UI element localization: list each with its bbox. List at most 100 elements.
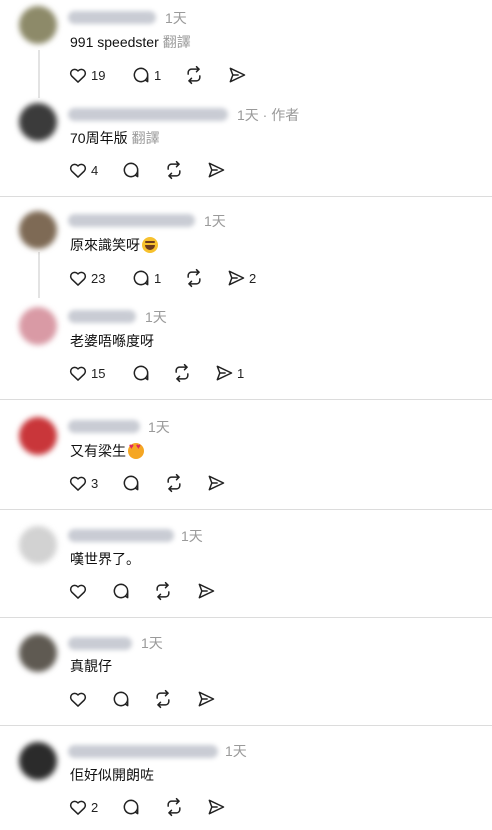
- like-button[interactable]: 19: [68, 65, 105, 85]
- heart-icon: [68, 268, 88, 288]
- comment-item: 1天 嘆世界了。: [0, 510, 492, 617]
- repost-button[interactable]: [164, 160, 187, 180]
- share-button[interactable]: [206, 473, 229, 493]
- reply-button[interactable]: [111, 581, 134, 601]
- username-blurred[interactable]: [68, 11, 156, 24]
- like-count: 4: [91, 162, 99, 178]
- like-count: 15: [91, 365, 106, 381]
- avatar[interactable]: [19, 6, 57, 44]
- heart-icon: [68, 363, 88, 383]
- repost-button[interactable]: [184, 65, 207, 85]
- comment-item: 1天 991 speedster 翻譯 19 1: [0, 0, 492, 96]
- avatar[interactable]: [19, 526, 57, 564]
- like-button[interactable]: 15: [68, 363, 105, 383]
- comment-body: 嘆世界了。: [70, 551, 140, 567]
- share-button[interactable]: [227, 65, 250, 85]
- share-button[interactable]: [206, 797, 229, 817]
- comment-bubble-icon: [131, 363, 151, 383]
- like-button[interactable]: [68, 689, 91, 709]
- reply-button[interactable]: [111, 689, 134, 709]
- repost-icon: [164, 160, 184, 180]
- comment-item: 1天 老婆唔喺度呀 15 1: [0, 293, 492, 399]
- username-blurred[interactable]: [68, 214, 195, 227]
- like-button[interactable]: 2: [68, 797, 98, 817]
- timestamp: 1天: [225, 743, 247, 759]
- heart-icon: [68, 689, 88, 709]
- like-button[interactable]: 4: [68, 160, 98, 180]
- send-icon: [214, 363, 234, 383]
- translate-link[interactable]: 翻譯: [132, 130, 160, 146]
- send-icon: [226, 268, 246, 288]
- repost-button[interactable]: [153, 689, 176, 709]
- like-button[interactable]: [68, 581, 91, 601]
- like-button[interactable]: 23: [68, 268, 105, 288]
- username-blurred[interactable]: [68, 108, 228, 121]
- comment-item: 1天 又有梁生 3: [0, 400, 492, 509]
- avatar[interactable]: [19, 742, 57, 780]
- repost-button[interactable]: [153, 581, 176, 601]
- timestamp: 1天: [148, 419, 170, 435]
- share-button[interactable]: [196, 581, 219, 601]
- repost-icon: [172, 363, 192, 383]
- reply-button[interactable]: [121, 797, 144, 817]
- timestamp: 1天: [141, 635, 163, 651]
- timestamp: 1天: [181, 528, 203, 544]
- comment-bubble-icon: [121, 797, 141, 817]
- heart-icon: [68, 473, 88, 493]
- comment-body: 真靚仔: [70, 658, 112, 674]
- translate-link[interactable]: 翻譯: [163, 34, 191, 50]
- username-blurred[interactable]: [68, 420, 140, 433]
- repost-icon: [164, 797, 184, 817]
- repost-button[interactable]: [164, 797, 187, 817]
- like-button[interactable]: 3: [68, 473, 98, 493]
- repost-button[interactable]: [184, 268, 207, 288]
- send-icon: [206, 160, 226, 180]
- comment-body: 991 speedster: [70, 34, 159, 50]
- reply-button[interactable]: [121, 160, 144, 180]
- like-count: 19: [91, 67, 106, 83]
- repost-icon: [184, 268, 204, 288]
- like-count: 23: [91, 270, 106, 286]
- repost-icon: [164, 473, 184, 493]
- timestamp: 1天: [165, 10, 187, 26]
- comment-bubble-icon: [111, 581, 131, 601]
- reply-count: 1: [154, 67, 162, 83]
- share-count: 2: [249, 270, 257, 286]
- reply-button[interactable]: 1: [131, 65, 161, 85]
- send-icon: [196, 689, 216, 709]
- repost-button[interactable]: [164, 473, 187, 493]
- reply-button[interactable]: [121, 473, 144, 493]
- comment-item: 1天 真靚仔: [0, 618, 492, 725]
- share-button[interactable]: 2: [226, 268, 256, 288]
- share-button[interactable]: [196, 689, 219, 709]
- send-icon: [206, 473, 226, 493]
- timestamp: 1天: [204, 213, 226, 229]
- heart-icon: [68, 797, 88, 817]
- share-button[interactable]: 1: [214, 363, 244, 383]
- avatar[interactable]: [19, 103, 57, 141]
- avatar[interactable]: [19, 417, 57, 455]
- comment-bubble-icon: [121, 473, 141, 493]
- avatar[interactable]: [19, 211, 57, 249]
- send-icon: [227, 65, 247, 85]
- heart-icon: [68, 160, 88, 180]
- avatar[interactable]: [19, 307, 57, 345]
- reply-button[interactable]: 1: [131, 268, 161, 288]
- comment-text: 原來識笑呀: [70, 235, 158, 255]
- username-blurred[interactable]: [68, 310, 136, 323]
- comment-text: 991 speedster 翻譯: [70, 32, 191, 52]
- timestamp: 1天: [145, 309, 167, 325]
- comment-bubble-icon: [131, 268, 151, 288]
- comment-bubble-icon: [111, 689, 131, 709]
- comment-bubble-icon: [121, 160, 141, 180]
- comment-text: 70周年版 翻譯: [70, 128, 160, 148]
- username-blurred[interactable]: [68, 745, 218, 758]
- comment-text: 真靚仔: [70, 656, 112, 676]
- repost-button[interactable]: [172, 363, 195, 383]
- share-button[interactable]: [206, 160, 229, 180]
- comment-text: 嘆世界了。: [70, 549, 140, 569]
- username-blurred[interactable]: [68, 529, 174, 542]
- reply-button[interactable]: [131, 363, 154, 383]
- avatar[interactable]: [19, 634, 57, 672]
- username-blurred[interactable]: [68, 637, 132, 650]
